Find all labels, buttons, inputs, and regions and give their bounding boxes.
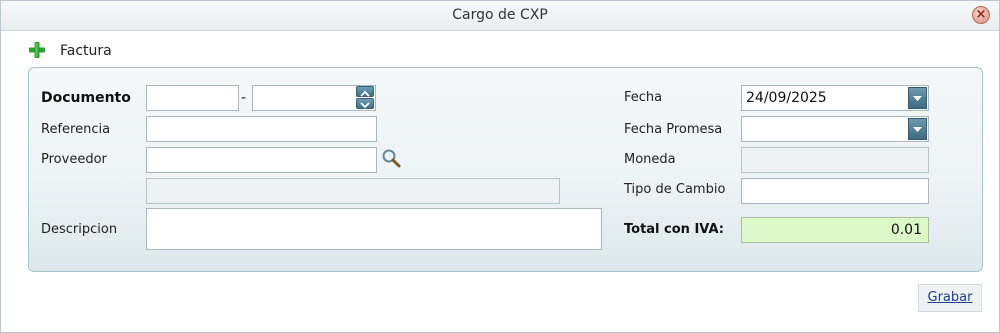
fecha-dropdown-icon[interactable]: [908, 87, 927, 109]
tipo-cambio-label: Tipo de Cambio: [624, 182, 726, 197]
plus-icon[interactable]: [28, 41, 46, 59]
save-button[interactable]: Grabar: [918, 284, 982, 312]
total-iva-label: Total con IVA:: [624, 222, 724, 237]
referencia-label: Referencia: [41, 122, 111, 137]
stepper-down-icon[interactable]: [356, 98, 374, 109]
close-icon[interactable]: ×: [972, 6, 990, 24]
search-icon[interactable]: [381, 148, 401, 168]
moneda-field: [741, 147, 929, 173]
fecha-promesa-date-picker[interactable]: [741, 116, 929, 142]
fecha-promesa-dropdown-icon[interactable]: [908, 118, 927, 140]
section-label: Factura: [60, 43, 112, 59]
fecha-promesa-label: Fecha Promesa: [624, 122, 723, 137]
proveedor-name-field: [146, 178, 560, 204]
total-iva-value: 0.01: [741, 217, 929, 243]
fecha-label: Fecha: [624, 90, 663, 105]
documento-series-input[interactable]: [146, 85, 239, 111]
tipo-cambio-input[interactable]: [741, 178, 929, 204]
window-title: Cargo de CXP: [452, 7, 548, 23]
documento-stepper[interactable]: [356, 86, 374, 110]
descripcion-textarea[interactable]: [146, 208, 602, 250]
proveedor-input[interactable]: [146, 147, 377, 173]
proveedor-label: Proveedor: [41, 152, 107, 167]
title-bar[interactable]: Cargo de CXP ×: [1, 1, 999, 31]
documento-separator: -: [241, 90, 247, 106]
descripcion-label: Descripcion: [41, 222, 118, 237]
stepper-up-icon[interactable]: [356, 86, 374, 97]
documento-label: Documento: [41, 90, 131, 106]
moneda-label: Moneda: [624, 152, 676, 167]
referencia-input[interactable]: [146, 116, 377, 142]
fecha-date-picker[interactable]: 24/09/2025: [741, 85, 929, 111]
